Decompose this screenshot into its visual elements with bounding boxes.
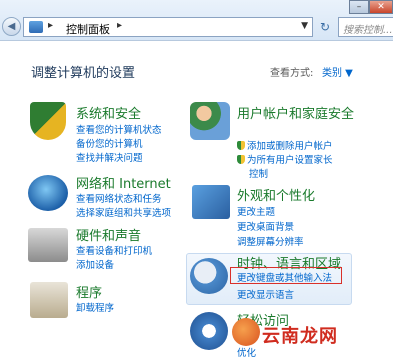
category-title[interactable]: 用户帐户和家庭安全 [237,103,354,122]
link-devices-printers[interactable]: 查看设备和打印机 [76,243,152,257]
category-title[interactable]: 外观和个性化 [237,185,315,204]
link-uninstall[interactable]: 卸载程序 [76,300,114,314]
link-troubleshoot[interactable]: 查找并解决问题 [76,150,143,164]
link-label: 添加或删除用户帐户 [247,141,333,152]
link-backup[interactable]: 备份您的计算机 [76,136,143,150]
link-display-language[interactable]: 更改显示语言 [237,287,294,301]
link-ease-optimize[interactable]: 优化 [237,345,256,359]
back-button[interactable]: ◀ [2,17,21,36]
category-title[interactable]: 硬件和声音 [76,225,141,244]
link-view-status[interactable]: 查看您的计算机状态 [76,122,162,136]
link-network-status[interactable]: 查看网络状态和任务 [76,191,162,205]
breadcrumb-control-panel[interactable]: 控制面板 [66,21,110,37]
search-input[interactable]: 搜索控制... [338,17,393,37]
chevron-right-icon[interactable]: ▸ [117,20,122,31]
category-title[interactable]: 程序 [76,282,102,301]
watermark-text: 云南龙网 [262,326,338,347]
link-add-device[interactable]: 添加设备 [76,257,114,271]
shield-icon [237,141,245,150]
link-add-remove-users[interactable]: 添加或删除用户帐户 [237,138,333,152]
link-parental-controls-cont[interactable]: 控制 [249,166,268,180]
category-title[interactable]: 网络和 Internet [76,173,171,192]
printer-icon [28,228,68,262]
refresh-button[interactable]: ↻ [315,17,335,37]
page-title: 调整计算机的设置 [31,66,136,81]
link-homegroup[interactable]: 选择家庭组和共享选项 [76,205,171,219]
toolbar: – ✕ ◀ ▸ 控制面板 ▸ ▼ ↻ 搜索控制... [0,0,393,41]
chevron-right-icon: ▸ [48,20,54,31]
link-desktop-background[interactable]: 更改桌面背景 [237,219,294,233]
view-by-label: 查看方式: [270,68,314,79]
close-button[interactable]: ✕ [369,0,393,14]
clock-globe-icon [190,258,228,294]
chevron-down-icon[interactable]: ▼ [301,21,308,31]
window-controls: – ✕ [349,0,393,14]
shield-icon [237,155,245,164]
minimize-button[interactable]: – [349,0,369,14]
red-highlight-box [230,267,342,284]
display-icon [192,185,230,219]
watermark-logo [232,318,260,346]
link-label: 为所有用户设置家长 [247,155,333,166]
link-screen-resolution[interactable]: 调整屏幕分辨率 [237,234,304,248]
back-arrow-icon: ◀ [7,21,16,32]
link-parental-controls[interactable]: 为所有用户设置家长 [237,152,333,166]
link-change-theme[interactable]: 更改主题 [237,204,275,218]
shield-icon [30,102,66,140]
programs-icon [30,282,68,318]
address-bar[interactable]: ▸ 控制面板 ▸ ▼ [23,17,313,37]
accessibility-icon [190,312,228,350]
control-panel-icon [29,21,43,33]
category-title[interactable]: 系统和安全 [76,103,141,122]
refresh-icon: ↻ [319,20,331,34]
globe-network-icon [28,175,68,211]
users-icon [190,102,230,140]
view-by-dropdown[interactable]: 类别 ▼ [322,64,353,79]
